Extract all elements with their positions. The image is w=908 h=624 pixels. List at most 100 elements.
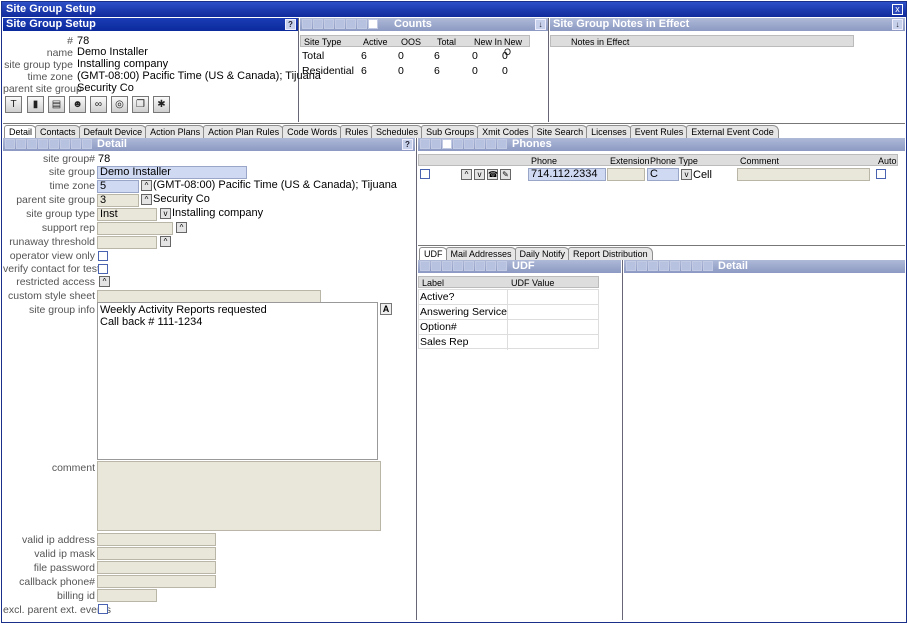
toolbar-icon[interactable] [670,261,680,271]
toolbar-icon[interactable] [38,139,48,149]
toolbar-icon[interactable] [475,261,485,271]
toolbar-icon[interactable] [420,261,430,271]
font-format-icon[interactable]: A [380,303,392,315]
table-row[interactable]: Sales Rep [420,336,468,348]
toolbar-icon[interactable] [368,19,378,29]
callback-phone-field[interactable] [97,575,216,588]
table-row[interactable]: Active? [420,291,454,303]
toolbar-icon[interactable] [475,139,485,149]
table-row[interactable]: Answering Service [420,306,507,318]
toolbar-icon[interactable] [5,139,15,149]
toolbar-icon[interactable] [453,139,463,149]
toolbar-icon[interactable] [27,139,37,149]
chevron-down-icon[interactable]: v [681,169,692,180]
support-rep-field[interactable] [97,222,173,235]
toolbar-icon[interactable] [626,261,636,271]
toolbar-icon[interactable] [302,19,312,29]
tab-daily-notify[interactable]: Daily Notify [514,247,571,260]
parent-code-field[interactable]: 3 [97,194,139,207]
tab-udf[interactable]: UDF [419,247,448,260]
site-group-field[interactable]: Demo Installer [97,166,247,179]
toolbar-icon[interactable] [324,19,334,29]
toolbar-icon[interactable] [442,261,452,271]
add-icon[interactable] [442,139,452,149]
text-icon[interactable]: T [5,96,22,113]
toolbar-icon[interactable] [420,139,430,149]
verify-contact-checkbox[interactable] [98,264,108,274]
toolbar-icon[interactable] [49,139,59,149]
tab-sub-groups[interactable]: Sub Groups [421,125,480,138]
phone-type-code-field[interactable]: C [647,168,679,181]
help-icon[interactable]: ? [285,19,296,30]
tab-event-rules[interactable]: Event Rules [629,125,689,138]
tab-contacts[interactable]: Contacts [35,125,81,138]
site-group-type-field[interactable]: Inst [97,208,157,221]
excl-parent-checkbox[interactable] [98,604,108,614]
tab-action-plan-rules[interactable]: Action Plan Rules [203,125,285,138]
edit-icon[interactable]: ✎ [500,169,511,180]
tab-licenses[interactable]: Licenses [586,125,632,138]
toolbar-icon[interactable] [453,261,463,271]
help-icon[interactable]: ? [402,139,413,150]
billing-id-field[interactable] [97,589,157,602]
toolbar-icon[interactable] [486,261,496,271]
chart-icon[interactable]: ▮ [27,96,44,113]
tab-schedules[interactable]: Schedules [371,125,424,138]
target-icon[interactable]: ◎ [111,96,128,113]
comment-field[interactable] [737,168,870,181]
toolbar-icon[interactable] [335,19,345,29]
chevron-up-icon[interactable]: ^ [461,169,472,180]
valid-ip-field[interactable] [97,533,216,546]
toolbar-icon[interactable] [346,19,356,29]
toolbar-icon[interactable] [313,19,323,29]
runaway-threshold-field[interactable] [97,236,157,249]
chevron-up-icon[interactable]: ^ [99,276,110,287]
tab-default-device[interactable]: Default Device [78,125,148,138]
info-icon[interactable]: ↓ [535,19,546,30]
toolbar-icon[interactable] [464,139,474,149]
toolbar-icon[interactable] [681,261,691,271]
sparkle-icon[interactable]: ✱ [153,96,170,113]
chevron-up-icon[interactable]: ^ [176,222,187,233]
comment-textarea[interactable] [97,461,381,531]
table-row[interactable]: Option# [420,321,457,333]
toolbar-icon[interactable] [16,139,26,149]
toolbar-icon[interactable] [60,139,70,149]
chevron-down-icon[interactable]: v [160,208,171,219]
toolbar-icon[interactable] [464,261,474,271]
toolbar-icon[interactable] [82,139,92,149]
document-icon[interactable]: ▤ [48,96,65,113]
link-icon[interactable]: ∞ [90,96,107,113]
chevron-up-icon[interactable]: ^ [160,236,171,247]
copy-icon[interactable]: ❐ [132,96,149,113]
toolbar-icon[interactable] [692,261,702,271]
person-icon[interactable]: ☻ [69,96,86,113]
tab-external-event-code[interactable]: External Event Code [686,125,779,138]
tab-rules[interactable]: Rules [340,125,374,138]
toolbar-icon[interactable] [703,261,713,271]
auto-checkbox[interactable] [876,169,886,179]
extension-field[interactable] [607,168,645,181]
toolbar-icon[interactable] [357,19,367,29]
toolbar-icon[interactable] [637,261,647,271]
toolbar-icon[interactable] [431,261,441,271]
tab-code-words[interactable]: Code Words [282,125,343,138]
valid-ip-mask-field[interactable] [97,547,216,560]
toolbar-icon[interactable] [497,261,507,271]
site-group-info-textarea[interactable]: Weekly Activity Reports requested Call b… [97,302,378,460]
toolbar-icon[interactable] [486,139,496,149]
chevron-up-icon[interactable]: ^ [141,180,152,191]
dial-icon[interactable]: ☎ [487,169,498,180]
tab-site-search[interactable]: Site Search [531,125,589,138]
chevron-down-icon[interactable]: v [474,169,485,180]
toolbar-icon[interactable] [431,139,441,149]
tab-xmit-codes[interactable]: Xmit Codes [477,125,534,138]
time-zone-code-field[interactable]: 5 [97,180,139,193]
toolbar-icon[interactable] [71,139,81,149]
close-icon[interactable]: x [892,4,903,15]
row-select-checkbox[interactable] [420,169,430,179]
phone-field[interactable]: 714.112.2334 [528,168,606,181]
toolbar-icon[interactable] [648,261,658,271]
file-password-field[interactable] [97,561,216,574]
chevron-up-icon[interactable]: ^ [141,194,152,205]
